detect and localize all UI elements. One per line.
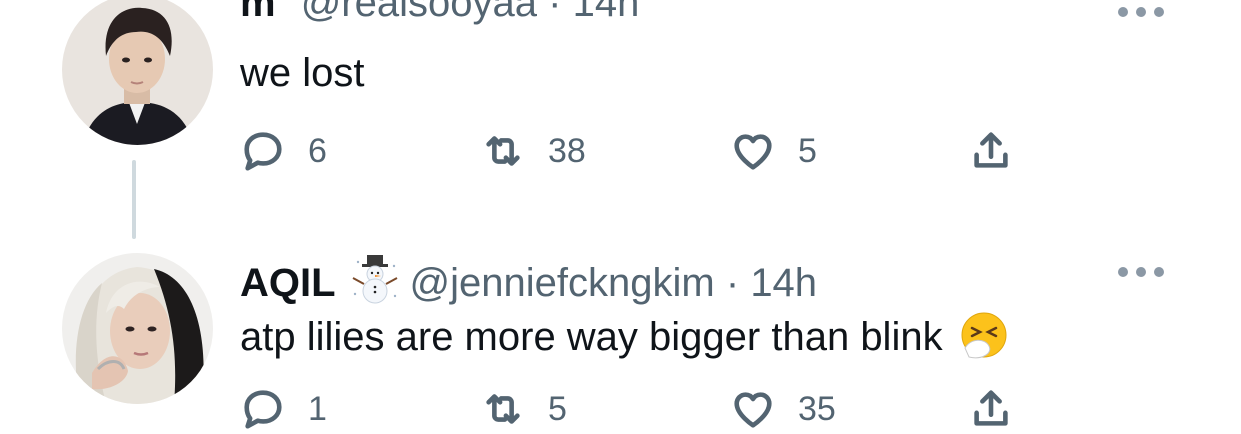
- retweet-icon: [486, 394, 520, 424]
- tweet-actions: 1 5 35: [240, 384, 1040, 434]
- retweet-count: 38: [548, 131, 586, 170]
- tweet[interactable]: m @realsooyaa · 14h we lost 6 38 5: [0, 0, 1241, 239]
- avatar[interactable]: [62, 253, 213, 404]
- tweet-text: atp lilies are more way bigger than blin…: [240, 310, 1009, 370]
- reply-count: 6: [308, 131, 327, 170]
- like-button[interactable]: 35: [730, 384, 836, 434]
- snowman-emoji: [350, 254, 400, 314]
- avatar[interactable]: [62, 0, 213, 145]
- share-button[interactable]: [968, 126, 1014, 176]
- timestamp[interactable]: 14h: [573, 0, 640, 25]
- user-handle[interactable]: @realsooyaa: [301, 0, 537, 25]
- tweet-text-content: atp lilies are more way bigger than blin…: [240, 315, 943, 359]
- display-name[interactable]: m: [240, 0, 276, 25]
- avatar-photo: [62, 0, 213, 145]
- reply-icon: [244, 132, 282, 171]
- reply-icon: [244, 390, 282, 429]
- avatar-photo: [62, 253, 213, 404]
- retweet-button[interactable]: 38: [480, 126, 586, 176]
- thread-connector-line: [132, 160, 136, 239]
- more-icon[interactable]: [1113, 2, 1169, 22]
- retweet-count: 5: [548, 389, 567, 428]
- like-count: 35: [798, 389, 836, 428]
- timestamp[interactable]: 14h: [750, 261, 817, 305]
- reply-button[interactable]: 1: [240, 384, 327, 434]
- retweet-button[interactable]: 5: [480, 384, 567, 434]
- like-button[interactable]: 5: [730, 126, 817, 176]
- tweet-header: AQIL @jenniefckngkim · 14h: [240, 254, 817, 314]
- tweet[interactable]: AQIL @jenniefckngkim · 14h atp lilies ar…: [0, 232, 1241, 429]
- reply-count: 1: [308, 389, 327, 428]
- like-icon: [734, 134, 772, 170]
- tweet-actions: 6 38 5: [240, 126, 1040, 176]
- share-icon: [974, 390, 1008, 426]
- retweet-icon: [486, 136, 520, 166]
- tweet-text: we lost: [240, 51, 365, 95]
- like-icon: [734, 392, 772, 428]
- sneezing-face-emoji: [959, 310, 1009, 370]
- share-icon: [974, 132, 1008, 168]
- like-count: 5: [798, 131, 817, 170]
- reply-button[interactable]: 6: [240, 126, 327, 176]
- user-handle[interactable]: @jenniefckngkim: [410, 261, 715, 305]
- separator-dot: ·: [548, 0, 562, 25]
- tweet-header: m @realsooyaa · 14h: [240, 0, 639, 26]
- more-icon[interactable]: [1113, 262, 1169, 282]
- display-name[interactable]: AQIL: [240, 261, 336, 305]
- share-button[interactable]: [968, 384, 1014, 434]
- separator-dot: ·: [725, 261, 740, 305]
